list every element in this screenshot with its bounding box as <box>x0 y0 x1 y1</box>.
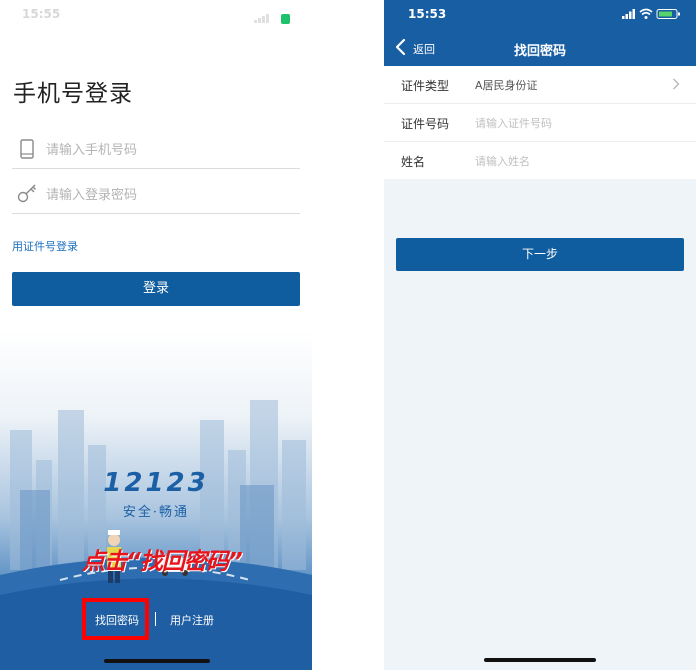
password-placeholder: 请输入登录密码 <box>46 188 138 203</box>
brand-slogan: 安全·畅通 <box>122 505 190 520</box>
brand-logo: 12123 <box>103 468 209 498</box>
phone-icon <box>20 139 34 159</box>
page-title: 手机号登录 <box>13 81 133 107</box>
form-row-name[interactable]: 姓名 请输入姓名 <box>384 142 696 179</box>
phone-placeholder: 请输入手机号码 <box>46 143 138 158</box>
battery-icon <box>656 9 680 19</box>
name-input[interactable]: 请输入姓名 <box>475 153 530 169</box>
id-login-link[interactable]: 用证件号登录 <box>12 238 78 254</box>
wifi-icon <box>639 8 653 19</box>
link-divider <box>155 612 156 626</box>
status-bar: 15:55 <box>0 0 312 28</box>
id-type-value: A居民身份证 <box>475 79 538 92</box>
nav-header: 15:53 返回 找回密码 <box>384 0 696 66</box>
form-list: 证件类型 A居民身份证 证件号码 请输入证件号码 姓名 请输入姓名 <box>384 66 696 179</box>
status-icons <box>622 8 680 19</box>
login-screen: 15:55 手机号登录 请输入手机号码 请输入登录密码 用证件号登录 登录 12… <box>0 0 312 670</box>
register-link[interactable]: 用户注册 <box>170 612 214 628</box>
signal-icon <box>622 9 635 19</box>
phone-input[interactable]: 请输入手机号码 <box>12 128 300 169</box>
screenshot-stage: 15:55 手机号登录 请输入手机号码 请输入登录密码 用证件号登录 登录 12… <box>0 0 700 670</box>
chevron-right-icon <box>673 78 680 90</box>
next-button[interactable]: 下一步 <box>396 238 684 271</box>
id-type-label: 证件类型 <box>401 79 450 93</box>
name-label: 姓名 <box>401 155 426 169</box>
form-row-id-type[interactable]: 证件类型 A居民身份证 <box>384 66 696 104</box>
instruction-annotation: 点击“找回密码” <box>82 549 243 575</box>
login-button[interactable]: 登录 <box>12 272 300 306</box>
status-time: 15:53 <box>408 7 447 21</box>
signal-icon <box>253 14 269 23</box>
status-icons <box>253 8 290 24</box>
highlight-box <box>82 598 149 640</box>
find-password-screen: 15:53 返回 找回密码 证件类型 A居民身份证 证件号码 请输入证件号码 姓… <box>384 0 696 670</box>
password-input[interactable]: 请输入登录密码 <box>12 173 300 214</box>
home-indicator[interactable] <box>484 658 596 662</box>
bottom-links: 找回密码 用户注册 <box>0 610 312 630</box>
home-indicator[interactable] <box>104 659 210 663</box>
page-title: 找回密码 <box>513 44 566 59</box>
status-time: 15:55 <box>22 7 61 21</box>
id-number-label: 证件号码 <box>401 117 450 131</box>
key-icon <box>17 184 36 203</box>
battery-icon <box>281 13 290 24</box>
id-number-input[interactable]: 请输入证件号码 <box>475 115 552 131</box>
form-row-id-number[interactable]: 证件号码 请输入证件号码 <box>384 104 696 142</box>
